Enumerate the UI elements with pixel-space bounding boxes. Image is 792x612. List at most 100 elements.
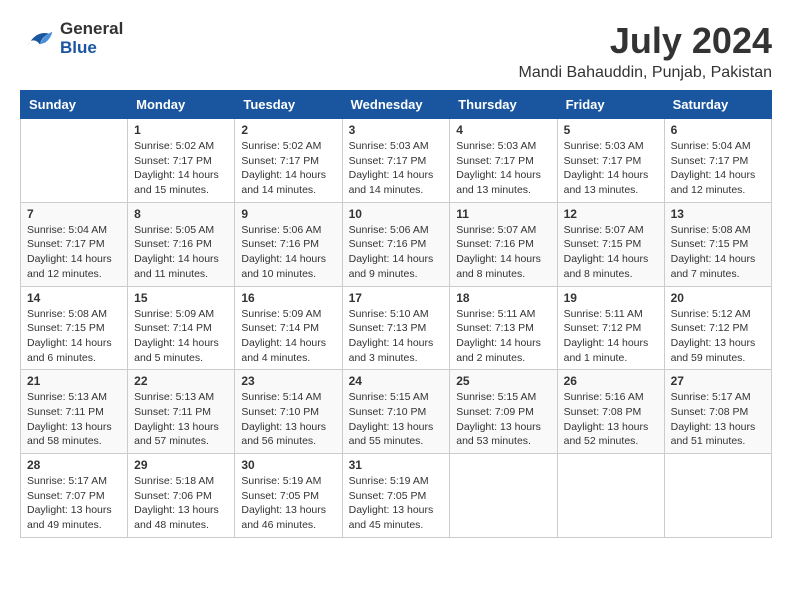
- calendar-cell-w1-d6: 5 Sunrise: 5:03 AMSunset: 7:17 PMDaylight…: [557, 119, 664, 203]
- calendar-cell-w4-d3: 23 Sunrise: 5:14 AMSunset: 7:10 PMDayligh…: [235, 370, 342, 454]
- calendar-cell-w3-d5: 18 Sunrise: 5:11 AMSunset: 7:13 PMDayligh…: [450, 286, 557, 370]
- logo: General Blue: [20, 20, 123, 57]
- header-monday: Monday: [128, 91, 235, 119]
- calendar-cell-w2-d2: 8Sunrise: 5:05 AMSunset: 7:16 PMDaylight…: [128, 202, 235, 286]
- location-title: Mandi Bahauddin, Punjab, Pakistan: [518, 64, 772, 82]
- week-row-1: 1 Sunrise: 5:02 AMSunset: 7:17 PMDaylight…: [21, 119, 772, 203]
- day-info: Sunrise: 5:14 AMSunset: 7:10 PMDaylight:…: [241, 390, 335, 449]
- day-number: 4: [456, 123, 550, 137]
- calendar-cell-w1-d5: 4 Sunrise: 5:03 AMSunset: 7:17 PMDaylight…: [450, 119, 557, 203]
- calendar-cell-w5-d5: [450, 454, 557, 538]
- calendar-cell-w4-d4: 24 Sunrise: 5:15 AMSunset: 7:10 PMDayligh…: [342, 370, 450, 454]
- day-info: Sunrise: 5:06 AMSunset: 7:16 PMDaylight:…: [241, 223, 335, 282]
- calendar-cell-w4-d1: 21Sunrise: 5:13 AMSunset: 7:11 PMDayligh…: [21, 370, 128, 454]
- day-number: 20: [671, 291, 765, 305]
- calendar-cell-w4-d6: 26 Sunrise: 5:16 AMSunset: 7:08 PMDayligh…: [557, 370, 664, 454]
- calendar-cell-w4-d5: 25 Sunrise: 5:15 AMSunset: 7:09 PMDayligh…: [450, 370, 557, 454]
- day-info: Sunrise: 5:17 AMSunset: 7:07 PMDaylight:…: [27, 474, 121, 533]
- calendar-cell-w1-d1: [21, 119, 128, 203]
- calendar-cell-w2-d3: 9 Sunrise: 5:06 AMSunset: 7:16 PMDaylight…: [235, 202, 342, 286]
- calendar-cell-w1-d4: 3 Sunrise: 5:03 AMSunset: 7:17 PMDaylight…: [342, 119, 450, 203]
- week-row-3: 14 Sunrise: 5:08 AMSunset: 7:15 PMDayligh…: [21, 286, 772, 370]
- day-info: Sunrise: 5:11 AMSunset: 7:12 PMDaylight:…: [564, 307, 658, 366]
- day-number: 16: [241, 291, 335, 305]
- day-info: Sunrise: 5:04 AMSunset: 7:17 PMDaylight:…: [671, 139, 765, 198]
- day-info: Sunrise: 5:17 AMSunset: 7:08 PMDaylight:…: [671, 390, 765, 449]
- day-number: 29: [134, 458, 228, 472]
- calendar-cell-w2-d5: 11 Sunrise: 5:07 AMSunset: 7:16 PMDayligh…: [450, 202, 557, 286]
- day-number: 15: [134, 291, 228, 305]
- calendar-cell-w3-d4: 17Sunrise: 5:10 AMSunset: 7:13 PMDayligh…: [342, 286, 450, 370]
- header-saturday: Saturday: [664, 91, 771, 119]
- day-number: 22: [134, 374, 228, 388]
- day-info: Sunrise: 5:15 AMSunset: 7:09 PMDaylight:…: [456, 390, 550, 449]
- header-wednesday: Wednesday: [342, 91, 450, 119]
- header-tuesday: Tuesday: [235, 91, 342, 119]
- day-number: 11: [456, 207, 550, 221]
- calendar-cell-w5-d4: 31 Sunrise: 5:19 AMSunset: 7:05 PMDayligh…: [342, 454, 450, 538]
- day-info: Sunrise: 5:13 AMSunset: 7:11 PMDaylight:…: [134, 390, 228, 449]
- day-number: 3: [349, 123, 444, 137]
- calendar-cell-w5-d3: 30Sunrise: 5:19 AMSunset: 7:05 PMDayligh…: [235, 454, 342, 538]
- day-number: 26: [564, 374, 658, 388]
- calendar-cell-w5-d7: [664, 454, 771, 538]
- header-friday: Friday: [557, 91, 664, 119]
- calendar-cell-w1-d2: 1Sunrise: 5:02 AMSunset: 7:17 PMDaylight…: [128, 119, 235, 203]
- day-info: Sunrise: 5:08 AMSunset: 7:15 PMDaylight:…: [671, 223, 765, 282]
- title-section: July 2024 Mandi Bahauddin, Punjab, Pakis…: [518, 20, 772, 82]
- day-info: Sunrise: 5:03 AMSunset: 7:17 PMDaylight:…: [349, 139, 444, 198]
- day-info: Sunrise: 5:19 AMSunset: 7:05 PMDaylight:…: [241, 474, 335, 533]
- day-number: 8: [134, 207, 228, 221]
- day-number: 10: [349, 207, 444, 221]
- week-row-2: 7Sunrise: 5:04 AMSunset: 7:17 PMDaylight…: [21, 202, 772, 286]
- day-info: Sunrise: 5:02 AMSunset: 7:17 PMDaylight:…: [241, 139, 335, 198]
- day-number: 28: [27, 458, 121, 472]
- day-number: 14: [27, 291, 121, 305]
- calendar-cell-w1-d3: 2 Sunrise: 5:02 AMSunset: 7:17 PMDaylight…: [235, 119, 342, 203]
- logo-text: General Blue: [60, 20, 123, 57]
- day-number: 13: [671, 207, 765, 221]
- day-info: Sunrise: 5:16 AMSunset: 7:08 PMDaylight:…: [564, 390, 658, 449]
- day-number: 5: [564, 123, 658, 137]
- month-title: July 2024: [518, 20, 772, 62]
- day-number: 1: [134, 123, 228, 137]
- day-info: Sunrise: 5:12 AMSunset: 7:12 PMDaylight:…: [671, 307, 765, 366]
- day-number: 12: [564, 207, 658, 221]
- day-number: 23: [241, 374, 335, 388]
- day-info: Sunrise: 5:08 AMSunset: 7:15 PMDaylight:…: [27, 307, 121, 366]
- day-info: Sunrise: 5:03 AMSunset: 7:17 PMDaylight:…: [564, 139, 658, 198]
- calendar-cell-w2-d6: 12Sunrise: 5:07 AMSunset: 7:15 PMDayligh…: [557, 202, 664, 286]
- day-number: 31: [349, 458, 444, 472]
- day-info: Sunrise: 5:19 AMSunset: 7:05 PMDaylight:…: [349, 474, 444, 533]
- day-info: Sunrise: 5:15 AMSunset: 7:10 PMDaylight:…: [349, 390, 444, 449]
- calendar-header-row: SundayMondayTuesdayWednesdayThursdayFrid…: [21, 91, 772, 119]
- day-info: Sunrise: 5:03 AMSunset: 7:17 PMDaylight:…: [456, 139, 550, 198]
- day-number: 6: [671, 123, 765, 137]
- logo-icon: [20, 21, 56, 57]
- day-number: 21: [27, 374, 121, 388]
- day-number: 2: [241, 123, 335, 137]
- week-row-4: 21 Sunrise: 5:13 AMSunset: 7:11 PMDayligh…: [21, 370, 772, 454]
- day-info: Sunrise: 5:09 AMSunset: 7:14 PMDaylight:…: [241, 307, 335, 366]
- day-number: 18: [456, 291, 550, 305]
- day-info: Sunrise: 5:07 AMSunset: 7:16 PMDaylight:…: [456, 223, 550, 282]
- calendar-cell-w3-d1: 14 Sunrise: 5:08 AMSunset: 7:15 PMDayligh…: [21, 286, 128, 370]
- day-info: Sunrise: 5:04 AMSunset: 7:17 PMDaylight:…: [27, 223, 121, 282]
- calendar-cell-w5-d1: 28 Sunrise: 5:17 AMSunset: 7:07 PMDayligh…: [21, 454, 128, 538]
- logo-blue: Blue: [60, 39, 123, 58]
- day-number: 24: [349, 374, 444, 388]
- calendar-cell-w3-d6: 19Sunrise: 5:11 AMSunset: 7:12 PMDayligh…: [557, 286, 664, 370]
- header-thursday: Thursday: [450, 91, 557, 119]
- day-number: 9: [241, 207, 335, 221]
- page-header: General Blue July 2024 Mandi Bahauddin, …: [20, 20, 772, 82]
- calendar-cell-w3-d7: 20 Sunrise: 5:12 AMSunset: 7:12 PMDayligh…: [664, 286, 771, 370]
- calendar-table: SundayMondayTuesdayWednesdayThursdayFrid…: [20, 90, 772, 538]
- day-info: Sunrise: 5:11 AMSunset: 7:13 PMDaylight:…: [456, 307, 550, 366]
- day-info: Sunrise: 5:18 AMSunset: 7:06 PMDaylight:…: [134, 474, 228, 533]
- header-sunday: Sunday: [21, 91, 128, 119]
- calendar-cell-w2-d7: 13 Sunrise: 5:08 AMSunset: 7:15 PMDayligh…: [664, 202, 771, 286]
- calendar-cell-w3-d2: 15Sunrise: 5:09 AMSunset: 7:14 PMDayligh…: [128, 286, 235, 370]
- day-number: 25: [456, 374, 550, 388]
- calendar-cell-w5-d2: 29 Sunrise: 5:18 AMSunset: 7:06 PMDayligh…: [128, 454, 235, 538]
- day-number: 27: [671, 374, 765, 388]
